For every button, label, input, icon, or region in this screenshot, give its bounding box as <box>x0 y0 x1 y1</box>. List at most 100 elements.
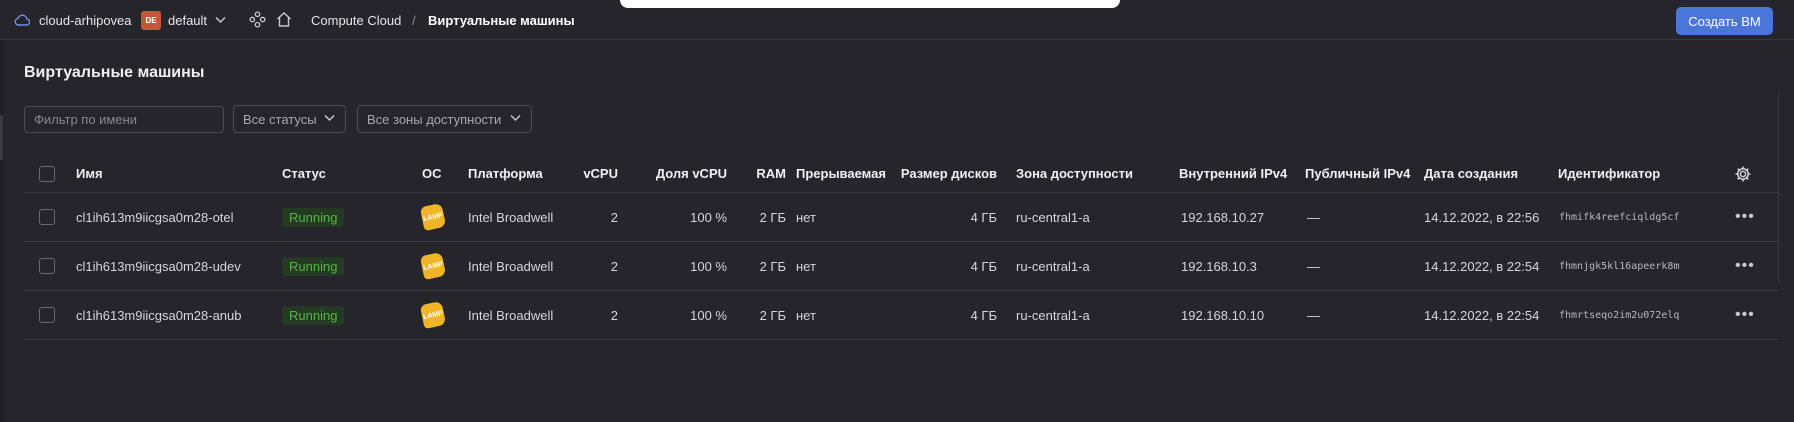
home-icon[interactable] <box>275 11 293 31</box>
status-filter-value: Все статусы <box>243 111 317 127</box>
folder-selector[interactable]: default <box>168 13 207 28</box>
status-cell: Running <box>282 193 345 241</box>
breadcrumb-service[interactable]: Compute Cloud <box>311 13 401 28</box>
more-icon[interactable]: ••• <box>1735 242 1755 290</box>
ram-cell: 2 ГБ <box>759 209 786 225</box>
column-internal-ip[interactable]: Внутренний IPv4 <box>1179 155 1287 192</box>
vcpu-share-cell: 100 % <box>690 209 727 225</box>
column-id[interactable]: Идентификатор <box>1558 155 1660 192</box>
more-icon[interactable]: ••• <box>1735 193 1755 241</box>
chevron-down-icon <box>509 112 522 127</box>
internal-ip-cell: 192.168.10.3 <box>1181 258 1257 274</box>
os-cell: LAMP <box>419 291 447 339</box>
status-badge: Running <box>282 256 345 276</box>
chevron-down-icon[interactable] <box>214 14 227 29</box>
platform-cell: Intel Broadwell <box>468 307 554 323</box>
preemptible-cell: нет <box>796 307 816 323</box>
left-frame <box>0 40 4 422</box>
preemptible-cell: нет <box>796 209 816 225</box>
row-checkbox[interactable] <box>39 258 55 274</box>
id-cell: fhmrtseqo2im2u072elq <box>1559 309 1680 321</box>
disk-size-cell: 4 ГБ <box>970 209 997 225</box>
created-cell: 14.12.2022, в 22:54 <box>1424 258 1540 274</box>
row-checkbox-cell <box>39 242 55 290</box>
name-filter-input[interactable] <box>24 106 224 133</box>
vm-name[interactable]: cl1ih613m9iicgsa0m28-anub <box>76 291 242 339</box>
cloud-selector[interactable]: cloud-arhipovea <box>39 13 132 28</box>
vcpu-cell: 2 <box>610 258 618 274</box>
column-os[interactable]: ОС <box>422 155 442 192</box>
column-created[interactable]: Дата создания <box>1424 155 1518 192</box>
column-vcpu-share[interactable]: Доля vCPU <box>634 155 727 192</box>
zone-cell: ru-central1-a <box>1016 307 1090 323</box>
public-ip-cell: — <box>1307 209 1320 225</box>
id-cell: fhmifk4reefciqldg5cf <box>1559 211 1680 223</box>
platform-cell: Intel Broadwell <box>468 209 554 225</box>
public-ip-cell: — <box>1307 307 1320 323</box>
column-name[interactable]: Имя <box>76 155 103 192</box>
column-ram[interactable]: RAM <box>734 155 786 192</box>
row-checkbox-cell <box>39 193 55 241</box>
row-checkbox[interactable] <box>39 209 55 225</box>
folder-badge: DE <box>141 11 161 30</box>
table-row[interactable]: cl1ih613m9iicgsa0m28-anub Running LAMP I… <box>24 291 1779 340</box>
table-header: Имя Статус ОС Платформа vCPU Доля vCPU R… <box>24 155 1779 193</box>
breadcrumb-current: Виртуальные машины <box>428 13 575 28</box>
row-checkbox[interactable] <box>39 307 55 323</box>
vcpu-share-cell: 100 % <box>690 258 727 274</box>
os-lamp-icon: LAMP <box>419 300 447 330</box>
public-ip-cell: — <box>1307 258 1320 274</box>
column-public-ip[interactable]: Публичный IPv4 <box>1305 155 1410 192</box>
search-popup <box>620 0 1120 8</box>
created-cell: 14.12.2022, в 22:54 <box>1424 307 1540 323</box>
chevron-down-icon <box>323 112 336 127</box>
os-lamp-icon: LAMP <box>419 202 447 232</box>
vm-name[interactable]: cl1ih613m9iicgsa0m28-udev <box>76 242 241 290</box>
page-title: Виртуальные машины <box>24 64 205 81</box>
column-platform[interactable]: Платформа <box>468 155 543 192</box>
vm-table: Имя Статус ОС Платформа vCPU Доля vCPU R… <box>24 155 1779 340</box>
table-row[interactable]: cl1ih613m9iicgsa0m28-udev Running LAMP I… <box>24 242 1779 291</box>
zone-filter-select[interactable]: Все зоны доступности <box>357 105 532 133</box>
row-checkbox-cell <box>39 291 55 339</box>
create-vm-button[interactable]: Создать ВМ <box>1676 7 1773 35</box>
select-all-checkbox[interactable] <box>39 165 55 182</box>
column-vcpu[interactable]: vCPU <box>564 155 618 192</box>
platform-cell: Intel Broadwell <box>468 258 554 274</box>
vcpu-share-cell: 100 % <box>690 307 727 323</box>
column-zone[interactable]: Зона доступности <box>1016 155 1133 192</box>
zone-filter-value: Все зоны доступности <box>367 111 502 127</box>
disk-size-cell: 4 ГБ <box>970 307 997 323</box>
table-row[interactable]: cl1ih613m9iicgsa0m28-otel Running LAMP I… <box>24 193 1779 242</box>
services-icon[interactable] <box>249 11 266 31</box>
internal-ip-cell: 192.168.10.10 <box>1181 307 1265 323</box>
vcpu-cell: 2 <box>610 209 618 225</box>
disk-size-cell: 4 ГБ <box>970 258 997 274</box>
select-all-cell <box>39 155 55 192</box>
more-icon[interactable]: ••• <box>1735 291 1755 339</box>
preemptible-cell: нет <box>796 258 816 274</box>
ram-cell: 2 ГБ <box>759 307 786 323</box>
column-disk-size[interactable]: Размер дисков <box>901 155 997 192</box>
zone-cell: ru-central1-a <box>1016 209 1090 225</box>
os-cell: LAMP <box>419 193 447 241</box>
breadcrumb-separator: / <box>412 13 416 28</box>
id-cell: fhmnjgk5kl16apeerk8m <box>1559 260 1680 272</box>
status-badge: Running <box>282 305 345 325</box>
cloud-icon <box>14 14 31 29</box>
zone-cell: ru-central1-a <box>1016 258 1090 274</box>
os-lamp-icon: LAMP <box>419 251 447 281</box>
column-preemptible[interactable]: Прерываемая <box>796 155 886 192</box>
vm-name[interactable]: cl1ih613m9iicgsa0m28-otel <box>76 193 234 241</box>
ram-cell: 2 ГБ <box>759 258 786 274</box>
status-filter-select[interactable]: Все статусы <box>233 105 346 133</box>
vcpu-cell: 2 <box>610 307 618 323</box>
top-bar: cloud-arhipovea DE default Compute Cloud… <box>0 0 1794 40</box>
scrollbar[interactable] <box>1778 92 1792 282</box>
internal-ip-cell: 192.168.10.27 <box>1181 209 1265 225</box>
left-frame-handle <box>0 115 3 160</box>
status-badge: Running <box>282 207 345 227</box>
column-status[interactable]: Статус <box>282 155 326 192</box>
status-cell: Running <box>282 242 345 290</box>
gear-icon[interactable] <box>1734 155 1752 192</box>
